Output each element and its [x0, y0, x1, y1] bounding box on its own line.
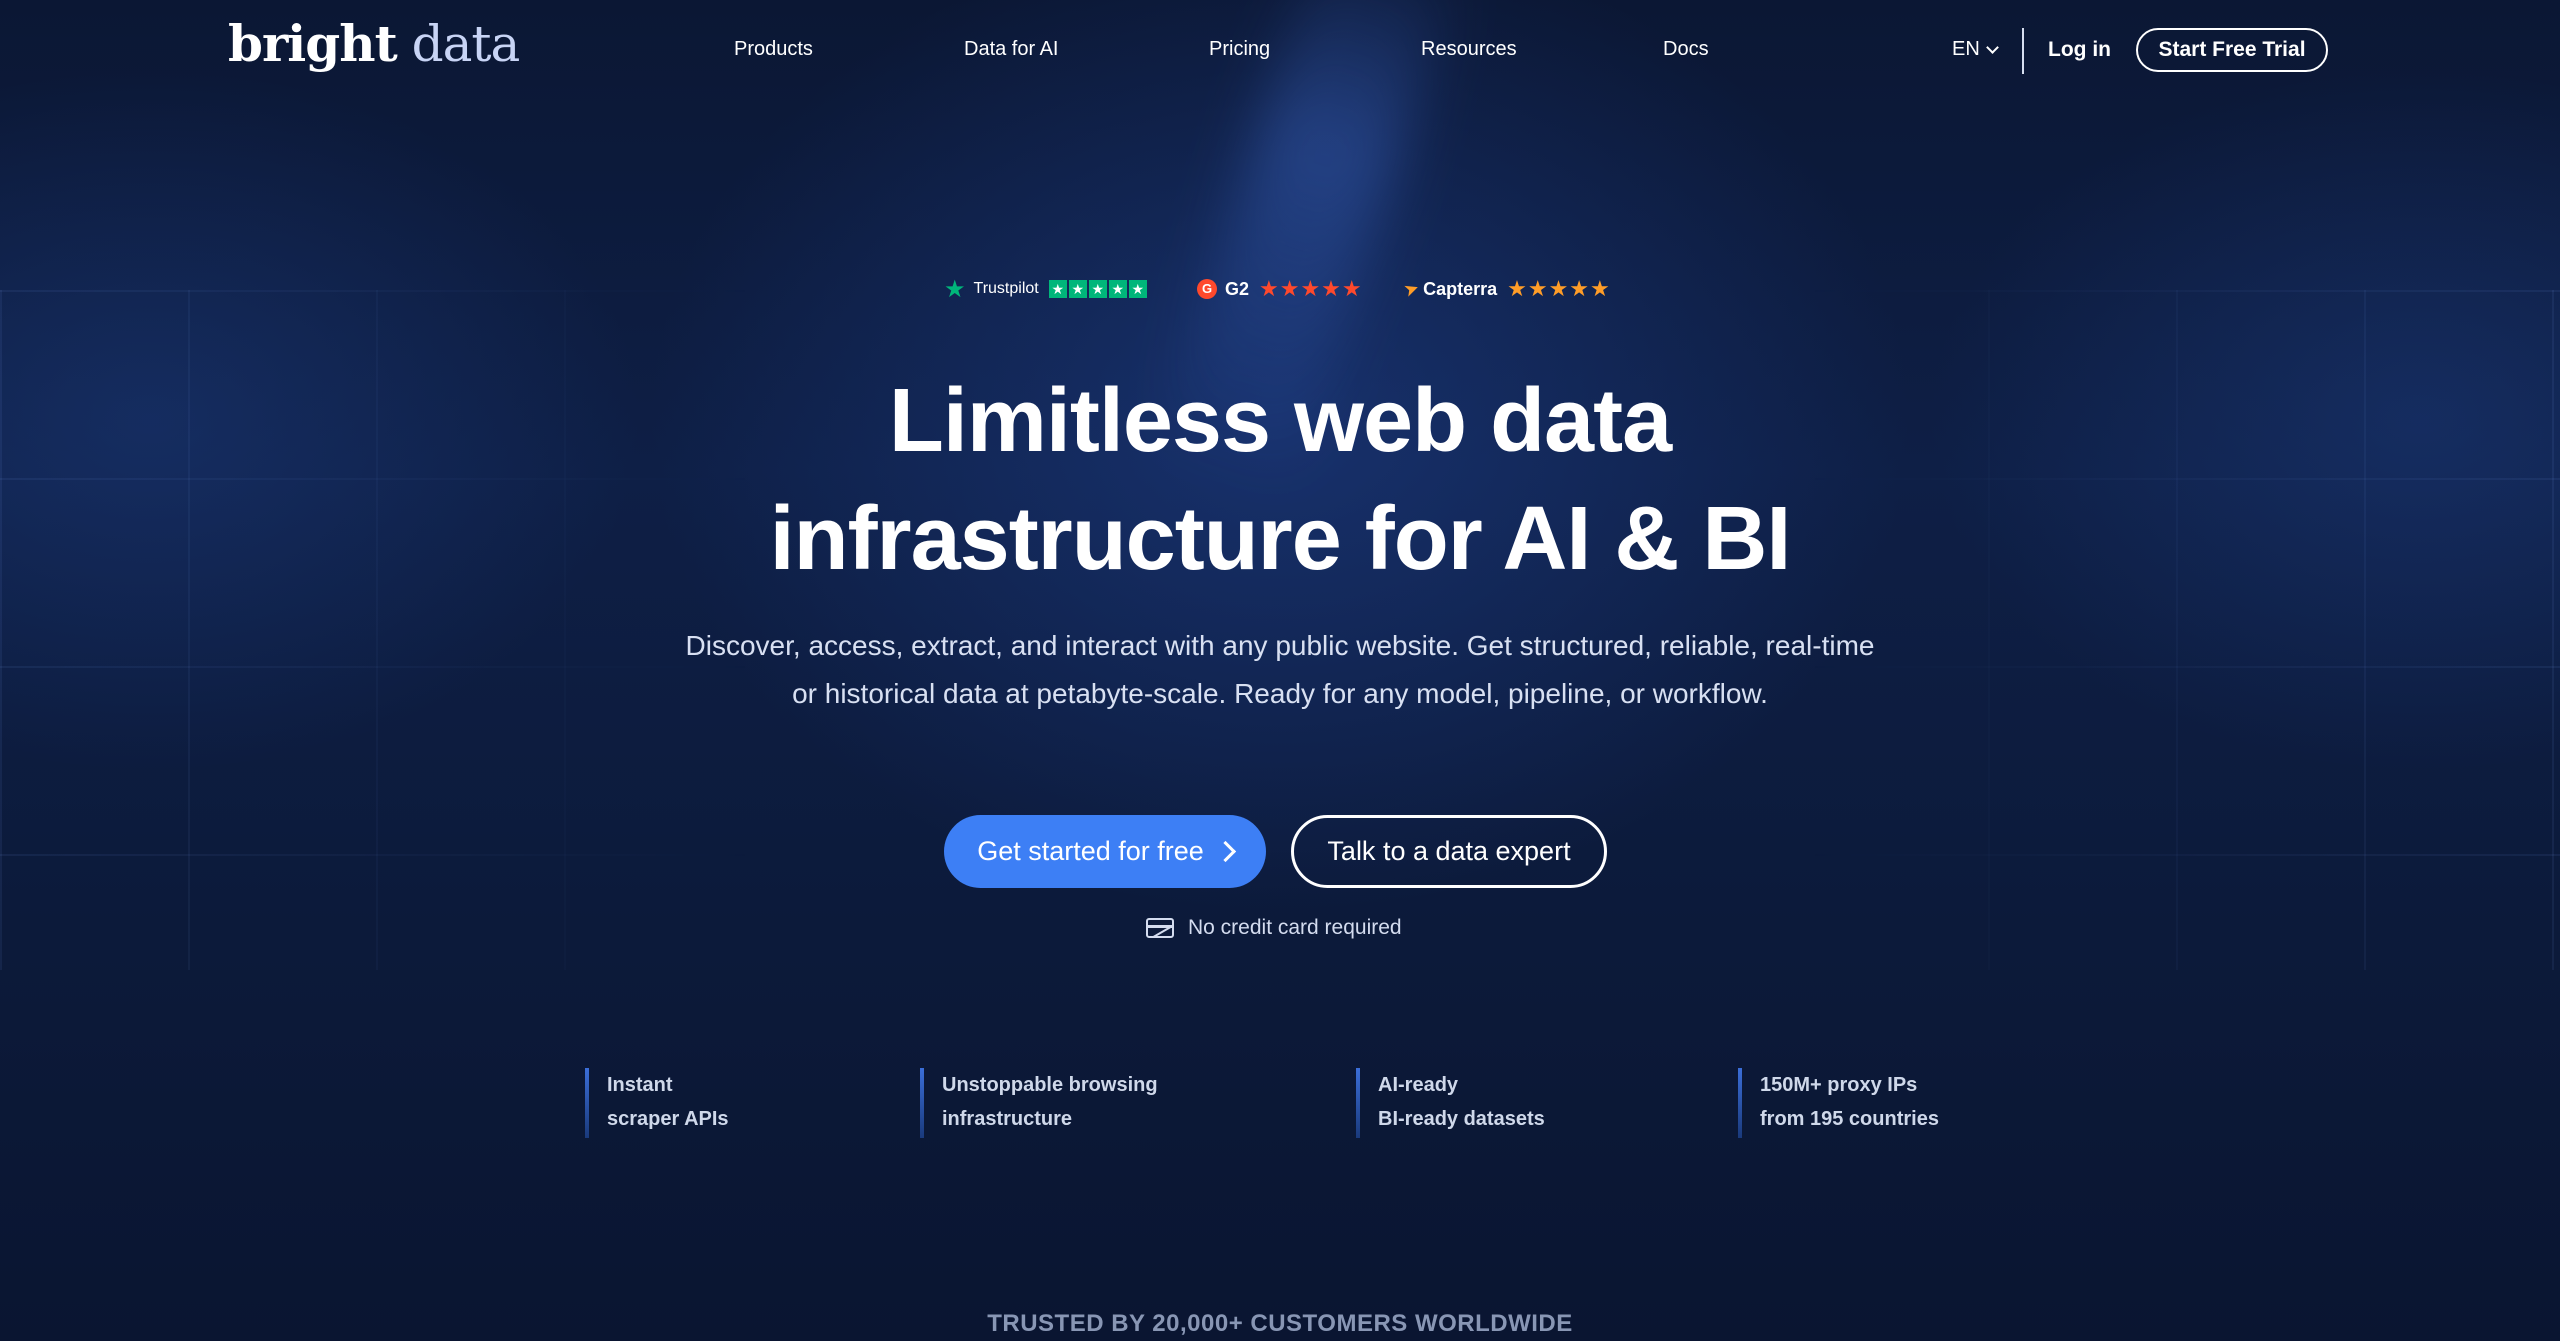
trustpilot-star-icon: ★	[944, 275, 966, 303]
feature-item: AI-ready BI-ready datasets	[1356, 1068, 1545, 1138]
hero-title-line-2: infrastructure for AI & BI	[769, 489, 1792, 589]
capterra-stars: ★★★★★	[1507, 276, 1611, 301]
feature-item: Unstoppable browsing infrastructure	[920, 1068, 1158, 1138]
capterra-label: Capterra	[1423, 278, 1498, 299]
hero-title: Limitless web data infrastructure for AI…	[0, 362, 2560, 598]
credit-card-icon	[1146, 918, 1174, 938]
login-link[interactable]: Log in	[2048, 38, 2111, 62]
nav-products[interactable]: Products	[734, 38, 813, 61]
feature-line-1: Unstoppable browsing	[942, 1074, 1158, 1096]
g2-logo-icon: G	[1197, 279, 1217, 299]
g2-label: G2	[1225, 278, 1250, 299]
site-header: bright data Products Data for AI Pricing…	[0, 0, 2560, 104]
talk-to-expert-button[interactable]: Talk to a data expert	[1291, 815, 1607, 888]
nav-docs[interactable]: Docs	[1663, 38, 1709, 61]
ratings-bar: ★ Trustpilot ★ ★ ★ ★ ★ G G2 ★★★★★ ➤ Capt…	[0, 272, 2560, 306]
feature-line-2: BI-ready datasets	[1378, 1108, 1545, 1130]
capterra-rating[interactable]: ➤ Capterra ★★★★★	[1400, 272, 1611, 306]
feature-line-1: Instant	[607, 1074, 673, 1096]
trustpilot-stars: ★ ★ ★ ★ ★	[1048, 280, 1147, 298]
trustpilot-rating[interactable]: ★ Trustpilot ★ ★ ★ ★ ★	[944, 272, 1147, 306]
feature-line-2: infrastructure	[942, 1108, 1073, 1130]
nav-resources[interactable]: Resources	[1421, 38, 1517, 61]
get-started-button[interactable]: Get started for free	[944, 815, 1266, 888]
feature-line-1: 150M+ proxy IPs	[1760, 1074, 1918, 1096]
language-selector[interactable]: EN	[1952, 38, 1999, 61]
header-divider	[2022, 28, 2024, 74]
feature-item: Instant scraper APIs	[585, 1068, 729, 1138]
nav-pricing[interactable]: Pricing	[1209, 38, 1270, 61]
hero-title-line-1: Limitless web data	[888, 371, 1672, 471]
hero-subtitle: Discover, access, extract, and interact …	[0, 622, 2560, 718]
g2-stars: ★★★★★	[1259, 276, 1363, 301]
trustpilot-label: Trustpilot	[973, 280, 1039, 297]
get-started-label: Get started for free	[977, 836, 1204, 866]
g2-rating[interactable]: G G2 ★★★★★	[1197, 272, 1363, 306]
no-credit-card-text: No credit card required	[1188, 916, 1402, 939]
star-icon: ★	[1048, 280, 1067, 298]
nav-data-for-ai[interactable]: Data for AI	[964, 38, 1059, 61]
star-icon: ★	[1108, 280, 1127, 298]
feature-line-2: from 195 countries	[1760, 1108, 1939, 1130]
chevron-down-icon	[1985, 40, 1999, 54]
trusted-by-heading: TRUSTED BY 20,000+ CUSTOMERS WORLDWIDE	[987, 1310, 1573, 1337]
star-icon: ★	[1088, 280, 1107, 298]
feature-item: 150M+ proxy IPs from 195 countries	[1738, 1068, 1939, 1138]
feature-list: Instant scraper APIs Unstoppable browsin…	[0, 1068, 2560, 1148]
language-label: EN	[1952, 38, 1980, 60]
start-free-trial-button[interactable]: Start Free Trial	[2136, 28, 2328, 72]
hero-subtitle-line-2: or historical data at petabyte-scale. Re…	[792, 678, 1768, 709]
chevron-right-icon	[1214, 840, 1236, 863]
no-credit-card-note: No credit card required	[1146, 916, 1402, 940]
hero-subtitle-line-1: Discover, access, extract, and interact …	[685, 630, 1875, 661]
star-icon: ★	[1128, 280, 1147, 298]
star-icon: ★	[1068, 280, 1087, 298]
feature-line-2: scraper APIs	[607, 1108, 729, 1130]
capterra-logo-icon: ➤	[1400, 276, 1422, 301]
feature-line-1: AI-ready	[1378, 1074, 1459, 1096]
